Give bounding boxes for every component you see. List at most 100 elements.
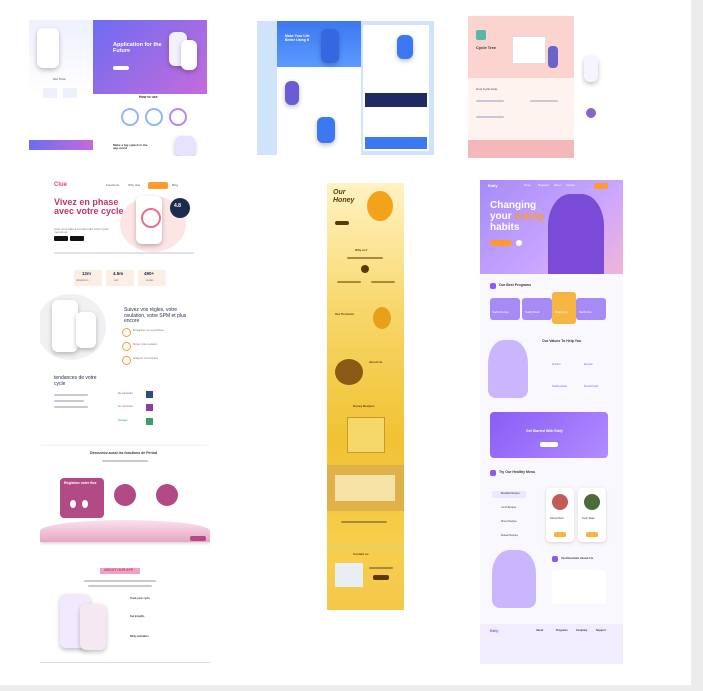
eat-hero-woman <box>548 194 604 274</box>
cycle-nav-item[interactable]: Why clue <box>128 183 140 187</box>
pastel-logo <box>476 30 486 40</box>
blue-feature-phone <box>285 81 299 105</box>
cycle-nav-cta[interactable] <box>148 182 168 189</box>
eat-program-card[interactable] <box>576 298 606 320</box>
eat-menu-card-button[interactable] <box>554 532 566 537</box>
thumbnail-eating-habits[interactable]: Eatly Home Programs About Contact Changi… <box>480 180 623 664</box>
eat-testimonial-woman <box>492 550 536 608</box>
cycle-stat-value: 4.5m <box>113 271 124 276</box>
blue-grid-card <box>317 117 335 143</box>
eat-program-label: Weight Loss <box>555 312 568 314</box>
cycle-store-badge[interactable] <box>70 236 84 241</box>
cycle-about-item: Track your cycle <box>130 597 150 600</box>
eat-hero-title: Changing <box>490 200 537 211</box>
sun-icon <box>114 484 136 506</box>
cycle-functions-wave <box>40 520 210 542</box>
eat-hero-play-icon[interactable] <box>516 240 522 246</box>
eat-value-item: Mental Health <box>584 386 599 388</box>
app-footer-line: Make a big splash in the app world <box>113 143 148 151</box>
pastel-figure <box>548 46 558 68</box>
eat-nav-item[interactable]: About <box>554 184 561 188</box>
honey-cta[interactable] <box>335 221 349 225</box>
cycle-store-badge[interactable] <box>54 236 68 241</box>
cycle-divider <box>40 662 210 663</box>
honey-band <box>327 543 404 551</box>
cycle-social-label: Se connecter <box>118 405 133 408</box>
eat-nav-item[interactable]: Home <box>524 184 531 188</box>
app-step-circle <box>145 108 163 126</box>
cycle-about-phone-2 <box>80 604 106 650</box>
eat-program-card-active[interactable] <box>552 292 576 324</box>
eat-menu-card-label: Fresh Salad <box>582 518 595 520</box>
honey-section: Our Products <box>335 312 355 316</box>
eat-hero-button[interactable] <box>490 240 512 246</box>
honey-contact-title: Contact us <box>353 552 369 556</box>
thumbnail-app-landing[interactable]: Application for the Future Our Trust How… <box>29 18 207 156</box>
cycle-stat-value: 12m <box>82 271 92 276</box>
pastel-text-line <box>530 100 558 102</box>
honey-map[interactable] <box>335 563 363 587</box>
eat-nav-item[interactable]: Contact <box>566 184 575 188</box>
cycle-feature-bullet-icon <box>122 356 131 365</box>
app-stat-card <box>63 88 77 98</box>
pastel-footer-plants <box>468 140 574 158</box>
cycle-rating: 4.8 <box>174 203 181 209</box>
pastel-text-line <box>476 116 504 118</box>
app-hero-button[interactable] <box>113 66 129 70</box>
pastel-section-title: How Cycle Help <box>476 87 498 91</box>
app-stat-card <box>43 88 57 98</box>
blue-hero <box>277 21 361 67</box>
facebook-icon[interactable] <box>146 391 153 398</box>
eat-footer-col: Company <box>576 629 588 632</box>
thumbnail-honey[interactable]: Our Honey Why us? Our Products About Us … <box>327 183 404 610</box>
cycle-nav-item[interactable]: Blog <box>172 183 178 187</box>
eat-value-item: Nutrition <box>552 364 561 366</box>
cycle-feature-item: Enregistrez vos symptômes <box>133 329 164 332</box>
app-brand-label: Our Trust <box>53 77 66 81</box>
eat-menu-card-label: Salmon Bowl <box>550 518 564 520</box>
blue-hero-title: Make Your Life Better Using It <box>285 34 310 42</box>
honey-jar-product <box>373 307 391 329</box>
eat-banner-button[interactable] <box>540 442 558 447</box>
thumbnail-cycle-app[interactable]: Clue Fonctions Why clue Blog Vivez en ph… <box>40 180 210 664</box>
honey-hero-title: Our Honey <box>333 189 355 204</box>
pastel-side-figure <box>586 108 596 118</box>
cycle-hero-title: Vivez en phase avec votre cycle <box>54 197 124 217</box>
cycle-hero-sub: Clue vous aide à comprendre votre cycle … <box>54 227 109 235</box>
honey-recipe-card <box>335 475 395 501</box>
eat-program-card[interactable] <box>522 298 552 320</box>
thumbnail-blue-app[interactable]: Make Your Life Better Using It <box>257 21 434 155</box>
honey-footer-button[interactable] <box>373 575 389 580</box>
eat-hero-title: your eating <box>490 211 544 222</box>
cycle-stat-label: études <box>146 279 154 282</box>
eat-nav-item[interactable]: Programs <box>538 184 549 188</box>
cycle-social-label: Se connecter <box>118 392 133 395</box>
honey-text-line <box>347 257 383 259</box>
eat-nav-cta[interactable] <box>594 183 608 189</box>
eat-hero-title: habits <box>490 222 520 233</box>
cycle-feature-item: Suivez votre ovulation <box>133 343 158 346</box>
honey-text-line <box>337 281 361 283</box>
eat-program-card[interactable] <box>490 298 520 320</box>
blue-side-dark <box>365 93 427 107</box>
eat-banner-title: Get Started With Eatly <box>526 429 563 433</box>
cycle-logo: Clue <box>54 182 68 188</box>
eat-banner[interactable] <box>490 412 608 458</box>
eat-hero-word: your <box>490 211 515 222</box>
instagram-icon[interactable] <box>146 404 153 411</box>
share-icon[interactable] <box>146 418 153 425</box>
thumbnail-pastel-app[interactable]: Cycle Tree How Cycle Help <box>468 16 608 158</box>
moodboard-canvas: Application for the Future Our Trust How… <box>0 0 691 685</box>
eat-menu-card-button[interactable] <box>586 532 598 537</box>
drop-icon <box>70 500 76 508</box>
cycle-functions-button[interactable] <box>190 536 206 541</box>
honey-text-line <box>371 281 395 283</box>
honey-bee-icon <box>361 265 369 273</box>
cycle-feature-bullet-icon <box>122 342 131 351</box>
cycle-nav-item[interactable]: Fonctions <box>106 183 119 187</box>
cycle-text-line <box>54 400 84 402</box>
cycle-press-logos <box>54 252 194 254</box>
honey-section: About Us <box>369 360 383 364</box>
honey-jar <box>367 191 393 221</box>
app-section-title: How to use <box>139 95 158 99</box>
